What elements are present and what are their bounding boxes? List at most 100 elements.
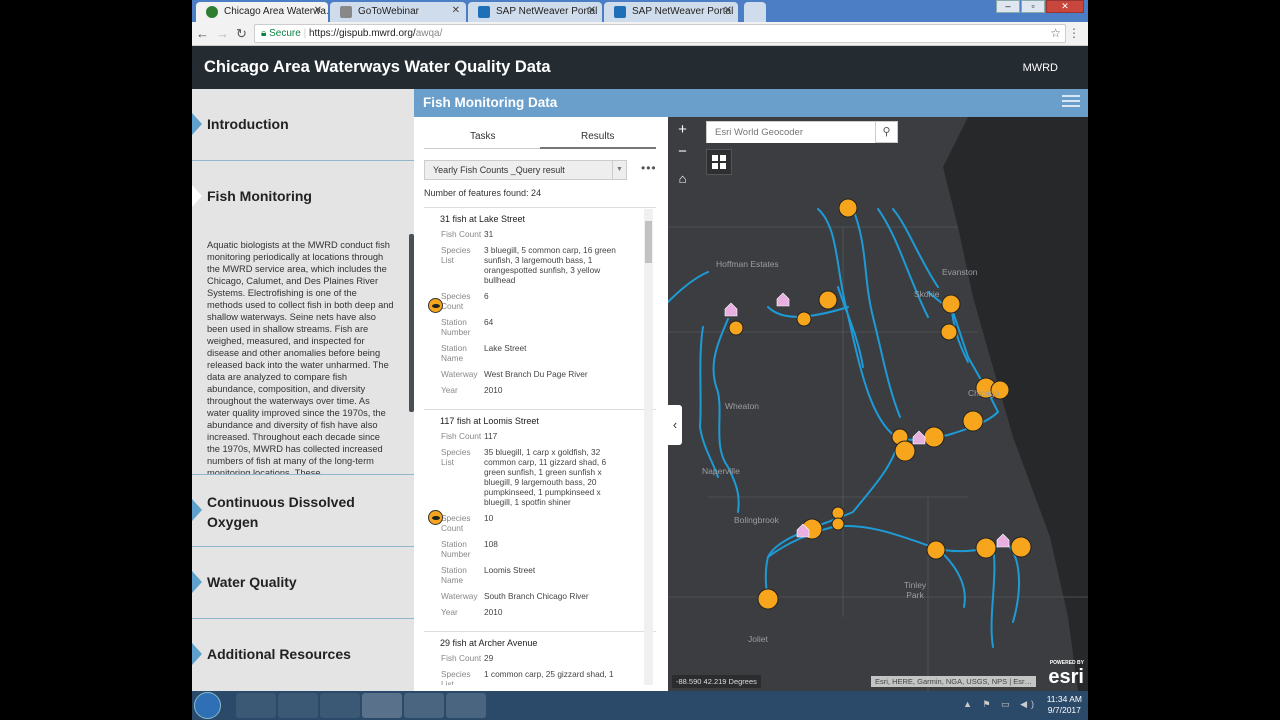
place-label: Tinley Park (903, 580, 927, 600)
browser-tab-waterways[interactable]: Chicago Area Waterwa… ✕ (196, 2, 328, 22)
tab-tasks[interactable]: Tasks (470, 131, 496, 142)
result-item[interactable]: 117 fish at Loomis Street Fish Count 117 … (424, 410, 656, 632)
sap-icon (614, 6, 626, 18)
field-value: 1 common carp, 25 gizzard shad, 1 (484, 669, 614, 679)
nav-item-water-quality[interactable]: Water Quality (192, 547, 414, 619)
browser-tabstrip: Chicago Area Waterwa… ✕ GoToWebinar ✕ SA… (192, 0, 1088, 22)
nav-label: Additional Resources (207, 646, 351, 662)
field-value: 35 bluegill, 1 carp x goldfish, 32 commo… (484, 447, 607, 507)
browser-tab-sap-2[interactable]: SAP NetWeaver Portal ✕ (604, 2, 738, 22)
nav-item-introduction[interactable]: Introduction (192, 89, 414, 161)
nav-label: Introduction (207, 116, 289, 132)
app-title: Chicago Area Waterways Water Quality Dat… (204, 58, 551, 76)
chevron-right-icon (192, 113, 202, 135)
close-tab-icon[interactable]: ✕ (452, 5, 460, 16)
bookmark-star-icon[interactable]: ☆ (1050, 25, 1061, 42)
url-host: https://gispub.mwrd.org/ (308, 28, 416, 39)
results-scrollbar[interactable] (644, 209, 653, 685)
file-explorer-icon[interactable] (278, 693, 318, 718)
results-list: 31 fish at Lake Street Fish Count 31 Spec… (424, 207, 656, 685)
letterbox-right (1088, 0, 1280, 720)
close-tab-icon[interactable]: ✕ (314, 5, 322, 16)
field-value: 29 (484, 653, 494, 663)
esri-logo-text: esri (1048, 666, 1084, 688)
nav-item-additional-resources[interactable]: Additional Resources (192, 619, 414, 691)
left-nav: Introduction Fish Monitoring Aquatic bio… (192, 89, 414, 691)
reload-icon[interactable]: ↻ (236, 26, 247, 42)
fish-marker-icon (428, 510, 443, 525)
collapse-panel-icon[interactable]: ‹ (668, 405, 682, 445)
search-input[interactable] (707, 122, 875, 143)
back-icon[interactable]: ← (196, 26, 209, 41)
snowflake-app-icon[interactable] (446, 693, 486, 718)
tab-title: GoToWebinar (358, 6, 419, 17)
media-player-icon[interactable] (320, 693, 360, 718)
basemap-gallery-icon[interactable] (706, 149, 732, 175)
browser-menu-icon[interactable]: ⋮ (1068, 26, 1080, 40)
zoom-in-icon[interactable]: + (674, 121, 691, 138)
internet-explorer-icon[interactable] (236, 693, 276, 718)
secure-label: Secure (269, 28, 301, 39)
search-icon[interactable]: ⚲ (875, 122, 897, 142)
field-value: 2010 (484, 385, 503, 395)
more-options-button[interactable]: ••• (641, 161, 657, 175)
field-value: 6 (484, 291, 489, 301)
geocoder-search: ⚲ (706, 121, 898, 143)
result-item[interactable]: 31 fish at Lake Street Fish Count 31 Spec… (424, 208, 656, 410)
chevron-right-icon (192, 185, 202, 207)
field-name: Waterway (441, 591, 478, 601)
minimize-icon[interactable]: – (996, 0, 1020, 13)
field-name: Waterway (441, 369, 478, 379)
coordinate-readout: -88.590 42.219 Degrees (672, 675, 761, 688)
panel-title: Fish Monitoring Data (423, 95, 558, 110)
org-label[interactable]: MWRD (1023, 62, 1058, 74)
active-tab-underline (540, 147, 656, 149)
url-field[interactable]: 🔒︎ Secure | https://gispub.mwrd.org/awqa… (254, 24, 1066, 43)
home-icon[interactable]: ⌂ (674, 171, 691, 188)
chrome-icon[interactable] (362, 693, 402, 718)
fish-monitoring-description: Aquatic biologists at the MWRD conduct f… (207, 240, 394, 474)
result-title: 31 fish at Lake Street (440, 214, 526, 224)
browser-tab-sap-1[interactable]: SAP NetWeaver Portal ✕ (468, 2, 602, 22)
window-controls: – ▫ ✕ (996, 0, 1084, 14)
result-item[interactable]: 29 fish at Archer Avenue Fish Count 29 Sp… (424, 632, 656, 685)
taskbar: ▲ ⚑ ▭ ◀) 11:34 AM 9/7/2017 (192, 691, 1088, 720)
system-clock[interactable]: 11:34 AM 9/7/2017 (1047, 694, 1082, 716)
tab-title: SAP NetWeaver Portal (632, 6, 734, 17)
browser-tab-gotowebinar[interactable]: GoToWebinar ✕ (330, 2, 466, 22)
tab-results[interactable]: Results (581, 131, 614, 142)
field-value: 108 (484, 539, 498, 549)
maximize-icon[interactable]: ▫ (1021, 0, 1045, 13)
globe-icon (206, 6, 218, 18)
zoom-out-icon[interactable]: − (674, 143, 691, 160)
chevron-right-icon (192, 643, 202, 665)
result-title: 29 fish at Archer Avenue (440, 638, 538, 648)
app-header: Chicago Area Waterways Water Quality Dat… (192, 46, 1088, 89)
field-name: Species List (441, 669, 471, 685)
field-value: 64 (484, 317, 494, 327)
field-value: 3 bluegill, 5 common carp, 16 green sunf… (484, 245, 616, 285)
map-view[interactable]: Hoffman Estates Evanston Skokie Chicago … (668, 117, 1088, 691)
new-tab-button[interactable] (744, 2, 766, 22)
close-tab-icon[interactable]: ✕ (724, 5, 732, 16)
list-menu-icon[interactable] (1062, 95, 1080, 111)
field-value: 2010 (484, 607, 503, 617)
field-name: Fish Count (441, 653, 482, 663)
place-label: Hoffman Estates (716, 259, 779, 269)
close-tab-icon[interactable]: ✕ (588, 5, 596, 16)
query-select-value: Yearly Fish Counts _Query result (433, 165, 565, 175)
forward-icon[interactable]: → (216, 26, 229, 41)
place-label: Skokie (914, 289, 940, 299)
place-label: Joliet (748, 634, 768, 644)
nav-item-dissolved-oxygen[interactable]: Continuous Dissolved Oxygen (192, 475, 414, 547)
powerpoint-icon[interactable] (404, 693, 444, 718)
query-select[interactable]: Yearly Fish Counts _Query result ▼ (424, 160, 627, 180)
feature-count: Number of features found: 24 (424, 188, 542, 198)
field-value: South Branch Chicago River (484, 591, 589, 601)
windows-start-icon[interactable] (194, 692, 221, 719)
system-tray-icons[interactable]: ▲ ⚑ ▭ ◀) (963, 699, 1038, 710)
place-label: Chicago (968, 388, 1000, 398)
field-name: Station Name (441, 343, 467, 363)
field-name: Species List (441, 447, 471, 467)
close-window-icon[interactable]: ✕ (1046, 0, 1084, 13)
